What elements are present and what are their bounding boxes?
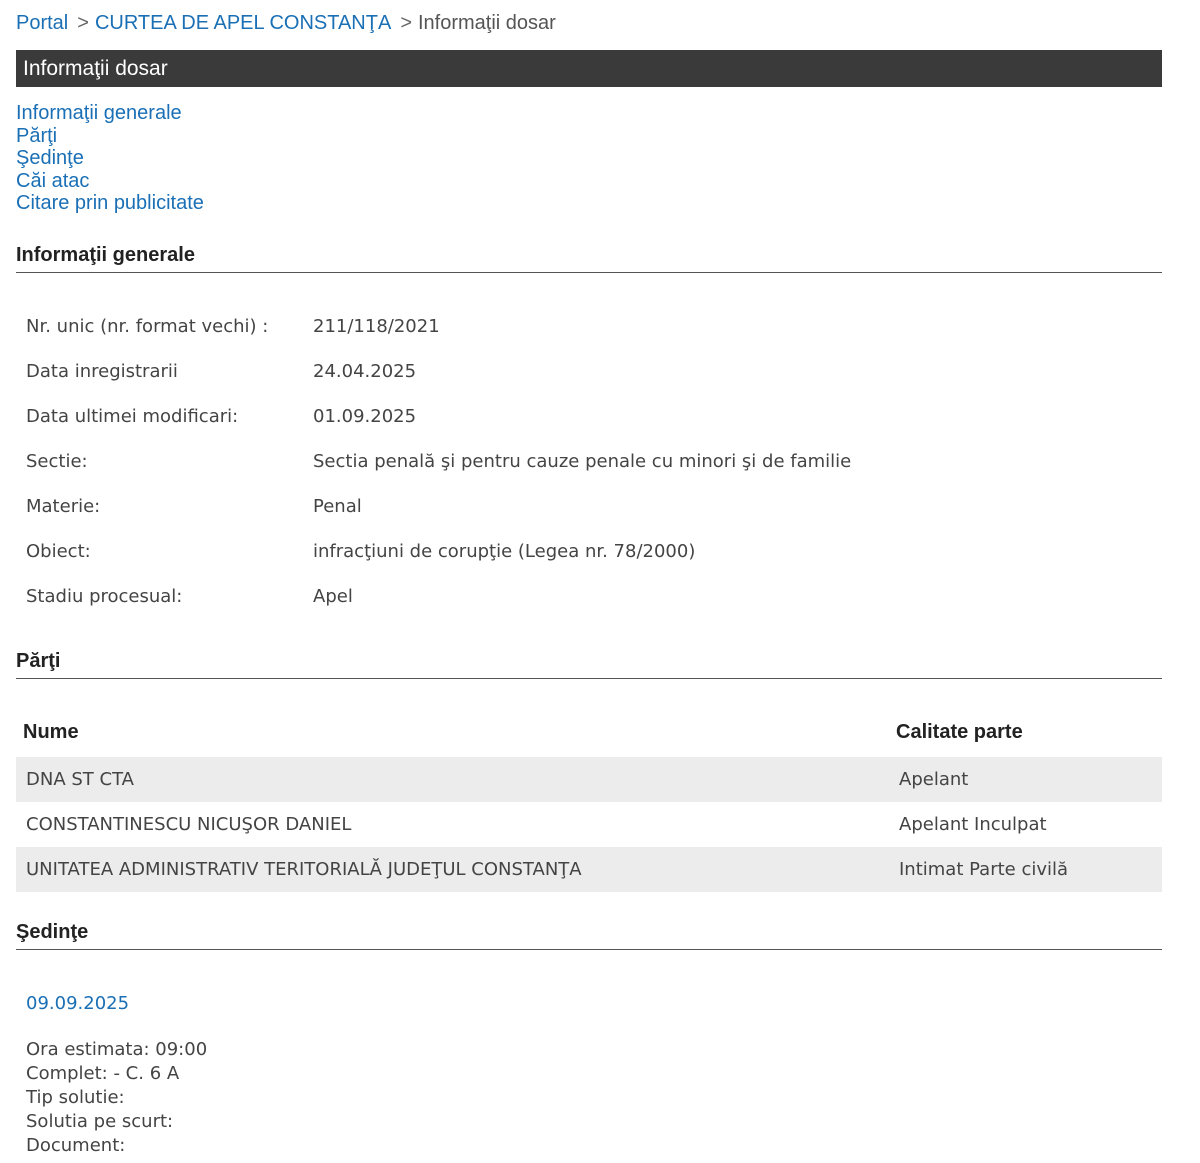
info-value: Sectia penală şi pentru cauze penale cu … xyxy=(313,451,852,472)
nav-link-appeals[interactable]: Căi atac xyxy=(16,170,204,193)
nav-link-parties[interactable]: Părţi xyxy=(16,125,204,148)
info-value: 211/118/2021 xyxy=(313,316,440,337)
parties-table-header: Nume Calitate parte xyxy=(16,716,1162,748)
info-row-case-number: Nr. unic (nr. format vechi) : 211/118/20… xyxy=(26,310,851,355)
nav-link-general-info[interactable]: Informaţii generale xyxy=(16,102,204,125)
session-panel: Complet: - C. 6 A xyxy=(26,1063,180,1084)
table-row: DNA ST CTA Apelant xyxy=(16,757,1162,802)
info-label: Materie: xyxy=(26,496,101,517)
table-row: CONSTANTINESCU NICUŞOR DANIEL Apelant In… xyxy=(16,802,1162,847)
info-row-matter: Materie: Penal xyxy=(26,490,851,535)
session-solution-type: Tip solutie: xyxy=(26,1087,125,1108)
breadcrumb: Portal > CURTEA DE APEL CONSTANŢA > Informaţ… xyxy=(16,11,556,35)
info-value: Penal xyxy=(313,496,362,517)
party-role: Apelant xyxy=(899,769,969,790)
info-label: Data inregistrarii xyxy=(26,361,178,382)
general-info-heading: Informaţii generale xyxy=(16,243,1162,273)
section-nav: Informaţii generale Părţi Şedinţe Căi at… xyxy=(16,102,204,215)
info-row-object: Obiect: infracţiuni de corupţie (Legea n… xyxy=(26,535,851,580)
info-row-procedural-stage: Stadiu procesual: Apel xyxy=(26,580,851,625)
party-role: Intimat Parte civilă xyxy=(899,859,1069,880)
breadcrumb-court-link[interactable]: CURTEA DE APEL CONSTANŢA xyxy=(95,12,391,34)
breadcrumb-separator: > xyxy=(77,12,89,34)
session-solution-summary: Solutia pe scurt: xyxy=(26,1111,174,1132)
session-document: Document: xyxy=(26,1135,126,1156)
info-row-last-modified: Data ultimei modificari: 01.09.2025 xyxy=(26,400,851,445)
info-label: Sectie: xyxy=(26,451,88,472)
parties-heading: Părţi xyxy=(16,649,1162,679)
info-label: Nr. unic (nr. format vechi) : xyxy=(26,316,269,337)
column-header-name: Nume xyxy=(23,721,79,743)
session-date: 09.09.2025 xyxy=(26,993,130,1014)
page-title: Informaţii dosar xyxy=(16,50,1162,87)
party-name: CONSTANTINESCU NICUŞOR DANIEL xyxy=(26,814,352,835)
info-label: Obiect: xyxy=(26,541,91,562)
nav-link-public-summons[interactable]: Citare prin publicitate xyxy=(16,192,204,215)
info-row-section: Sectie: Sectia penală şi pentru cauze pe… xyxy=(26,445,851,490)
nav-link-sessions[interactable]: Şedinţe xyxy=(16,147,204,170)
sessions-heading: Şedinţe xyxy=(16,920,1162,950)
general-info-table: Nr. unic (nr. format vechi) : 211/118/20… xyxy=(26,310,851,625)
info-label: Data ultimei modificari: xyxy=(26,406,239,427)
info-value: 01.09.2025 xyxy=(313,406,417,427)
info-label: Stadiu procesual: xyxy=(26,586,183,607)
info-row-registration-date: Data inregistrarii 24.04.2025 xyxy=(26,355,851,400)
session-estimated-time: Ora estimata: 09:00 xyxy=(26,1039,208,1060)
table-row: UNITATEA ADMINISTRATIV TERITORIALĂ JUDEŢ… xyxy=(16,847,1162,892)
breadcrumb-current: Informaţii dosar xyxy=(418,12,556,34)
info-value: infracţiuni de corupţie (Legea nr. 78/20… xyxy=(313,541,696,562)
party-name: UNITATEA ADMINISTRATIV TERITORIALĂ JUDEŢ… xyxy=(26,859,582,880)
party-name: DNA ST CTA xyxy=(26,769,134,790)
breadcrumb-separator: > xyxy=(400,12,412,34)
breadcrumb-portal-link[interactable]: Portal xyxy=(16,12,68,34)
party-role: Apelant Inculpat xyxy=(899,814,1047,835)
info-value: 24.04.2025 xyxy=(313,361,417,382)
info-value: Apel xyxy=(313,586,353,607)
session-details: Ora estimata: 09:00 Complet: - C. 6 A Ti… xyxy=(26,1038,207,1158)
column-header-role: Calitate parte xyxy=(896,721,1023,743)
